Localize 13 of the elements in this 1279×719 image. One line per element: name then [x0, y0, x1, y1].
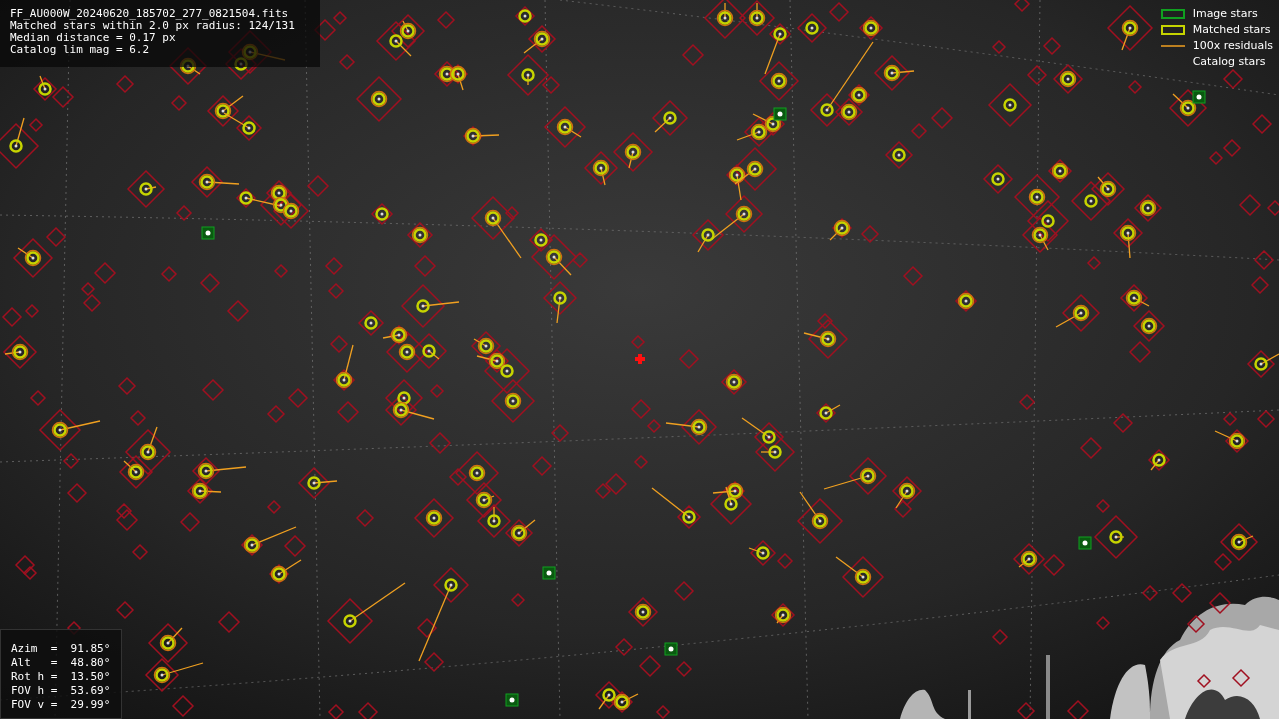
pointing-text: Rot h = 13.50° — [11, 670, 111, 684]
info-text: Catalog lim mag = 6.2 — [10, 44, 150, 56]
info-text: Matched stars within 2.0 px radius: 124/131 — [10, 20, 295, 32]
info-text: Median distance = 0.17 px — [10, 32, 176, 44]
pointing-text: Alt = 48.80° — [11, 656, 111, 670]
info-text: FF_AU000W_20240620_185702_277_0821504.fits — [10, 8, 289, 20]
legend-label: 100x residuals — [1192, 37, 1273, 54]
pointing-text: FOV h = 53.69° — [11, 684, 111, 698]
legend-label: Image stars — [1192, 5, 1258, 22]
legend-label: Catalog stars — [1192, 53, 1266, 70]
legend-label: Matched stars — [1192, 21, 1271, 38]
pointing-text: FOV v = 29.99° — [11, 698, 111, 712]
pointing-text: Azim = 91.85° — [11, 642, 111, 656]
